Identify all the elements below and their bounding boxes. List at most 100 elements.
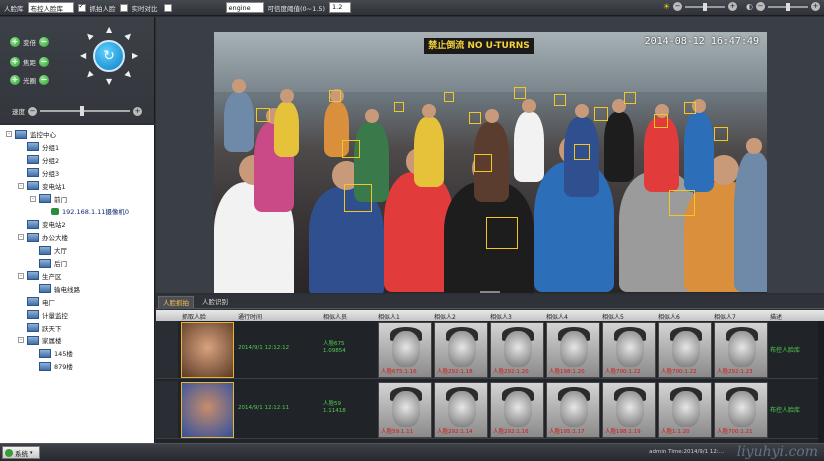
- tree-node[interactable]: - 监控中心: [6, 129, 56, 139]
- similar-face-thumbnail[interactable]: 人脸292:1.23: [714, 322, 768, 378]
- tree-toggle-icon[interactable]: -: [18, 182, 24, 189]
- similar-face-thumbnail[interactable]: 人脸675:1.16: [378, 322, 432, 378]
- column-header[interactable]: 相似人4: [546, 312, 568, 321]
- similar-face-thumbnail[interactable]: 人脸700:1.22: [658, 322, 712, 378]
- zoom-plus-button[interactable]: +: [10, 37, 20, 47]
- speed-plus-button[interactable]: +: [133, 106, 142, 116]
- column-header[interactable]: 相似人1: [378, 312, 400, 321]
- row-selector[interactable]: [156, 381, 178, 438]
- table-row[interactable]: 2014/9/1 12:12:11 人脸59 1.11418 人脸59:1.11 人脸2…: [156, 381, 824, 439]
- similar-face-thumbnail[interactable]: 人脸198:1.20: [546, 322, 600, 378]
- tree-node[interactable]: - 办公大楼: [18, 232, 68, 242]
- tree-node[interactable]: - 前门: [30, 194, 67, 204]
- realtime-checkbox[interactable]: [119, 3, 128, 12]
- tree-node[interactable]: 192.168.1.11摄像机0: [42, 206, 129, 216]
- contrast-slider-knob[interactable]: [786, 2, 790, 11]
- pan-up-icon[interactable]: ▲: [106, 25, 112, 34]
- speed-minus-button[interactable]: −: [28, 106, 37, 116]
- tree-toggle-icon[interactable]: -: [6, 131, 12, 137]
- matched-person-score: 1.11418: [323, 408, 346, 414]
- similar-face-thumbnail[interactable]: 人脸1:1.20: [658, 382, 712, 438]
- pan-right-icon[interactable]: ▶: [132, 51, 138, 60]
- tree-toggle-icon[interactable]: -: [18, 234, 24, 241]
- tree-node[interactable]: 变电站2: [18, 219, 66, 229]
- pan-down-right-icon[interactable]: ▲: [124, 70, 135, 81]
- column-header[interactable]: 相似人5: [602, 312, 624, 321]
- iris-plus-button[interactable]: +: [10, 75, 20, 85]
- similar-face-thumbnail[interactable]: 人脸700:1.21: [714, 382, 768, 438]
- similar-face-thumbnail[interactable]: 人脸292:1.14: [434, 382, 488, 438]
- similar-face-thumbnail[interactable]: 人脸292:1.16: [490, 382, 544, 438]
- tree-node[interactable]: 分组1: [18, 142, 59, 152]
- ptz-auto-button[interactable]: ↻: [93, 40, 125, 72]
- similar-face-thumbnail[interactable]: 人脸700:1.22: [602, 322, 656, 378]
- tab-face-recognition[interactable]: 人脸识别: [198, 296, 232, 308]
- contrast-slider[interactable]: [768, 2, 808, 11]
- speed-slider-knob[interactable]: [80, 106, 84, 116]
- similar-face-thumbnail[interactable]: 人脸292:1.20: [490, 322, 544, 378]
- brightness-slider[interactable]: [685, 2, 726, 11]
- similar-face-thumbnail[interactable]: 人脸198:1.19: [602, 382, 656, 438]
- tree-node[interactable]: 879楼: [30, 361, 73, 371]
- table-row[interactable]: 2014/9/1 12:12:12 人脸675 1.09854 人脸675:1.16 人…: [156, 321, 824, 379]
- tab-face-capture[interactable]: 人脸抓拍: [158, 296, 194, 308]
- pan-left-icon[interactable]: ◀: [80, 51, 86, 60]
- similar-face-thumbnail[interactable]: 人脸292:1.18: [434, 322, 488, 378]
- tree-toggle-icon[interactable]: -: [18, 272, 24, 279]
- brightness-plus-button[interactable]: +: [728, 2, 738, 11]
- face-detection-box: [554, 94, 566, 106]
- speed-slider[interactable]: [40, 106, 130, 116]
- captured-face-image[interactable]: [181, 322, 234, 378]
- pan-down-left-icon[interactable]: ▲: [84, 70, 95, 81]
- brightness-slider-knob[interactable]: [703, 2, 708, 11]
- brightness-minus-button[interactable]: −: [673, 2, 683, 11]
- column-header[interactable]: 相似人7: [714, 312, 736, 321]
- tree-node[interactable]: 分组3: [18, 168, 59, 178]
- live-video-feed[interactable]: 禁止倒流 NO U-TURNS 2014-08-12 16:47:49: [214, 32, 767, 293]
- contrast-plus-button[interactable]: +: [811, 2, 820, 11]
- tree-toggle-icon[interactable]: -: [30, 195, 36, 202]
- tree-toggle-icon[interactable]: -: [18, 337, 24, 344]
- tree-node[interactable]: 大厅: [30, 245, 67, 255]
- column-header[interactable]: 通行时间: [238, 312, 262, 321]
- column-header[interactable]: 相似人员: [323, 312, 347, 321]
- tree-node[interactable]: 电厂: [18, 297, 55, 307]
- tree-node-label: 家属楼: [42, 337, 62, 346]
- system-button[interactable]: 系统 ▾: [2, 446, 40, 459]
- tree-node[interactable]: - 家属楼: [18, 335, 62, 345]
- threshold-input[interactable]: 1.2: [329, 2, 351, 13]
- pan-up-right-icon[interactable]: ▲: [124, 30, 135, 41]
- tree-node[interactable]: - 生产区: [18, 271, 62, 281]
- pan-down-icon[interactable]: ▼: [106, 77, 112, 86]
- tree-node[interactable]: 输电线路: [30, 284, 80, 294]
- focus-minus-button[interactable]: −: [39, 57, 49, 67]
- column-header[interactable]: 相似人3: [490, 312, 512, 321]
- contrast-minus-button[interactable]: −: [756, 2, 765, 11]
- monitor-icon: [39, 361, 51, 371]
- tree-node[interactable]: 145楼: [30, 348, 73, 358]
- table-scrollbar[interactable]: [818, 321, 824, 443]
- tree-node[interactable]: 后门: [30, 258, 67, 268]
- column-header[interactable]: 相似人6: [658, 312, 680, 321]
- similar-face-thumbnail[interactable]: 人脸59:1.11: [378, 382, 432, 438]
- pan-up-left-icon[interactable]: ▲: [84, 30, 95, 41]
- engine-select[interactable]: engine: [225, 2, 264, 13]
- splitter-handle[interactable]: [480, 291, 500, 293]
- focus-plus-button[interactable]: +: [10, 57, 20, 67]
- tree-node[interactable]: - 变电站1: [18, 181, 66, 191]
- face-db-select[interactable]: 布控人脸库: [27, 2, 74, 13]
- column-header[interactable]: 描述: [770, 312, 782, 321]
- column-header[interactable]: 相似人2: [434, 312, 456, 321]
- face-shape: [728, 331, 756, 367]
- tree-node[interactable]: 分组2: [18, 155, 59, 165]
- column-header[interactable]: 抓取人脸: [182, 312, 206, 321]
- extra-checkbox[interactable]: [163, 3, 172, 12]
- capture-checkbox[interactable]: [77, 2, 86, 12]
- tree-node[interactable]: 计量监控: [18, 310, 68, 320]
- zoom-minus-button[interactable]: −: [39, 37, 49, 47]
- tree-node[interactable]: 跃天下: [18, 323, 62, 333]
- captured-face-image[interactable]: [181, 382, 234, 438]
- similar-face-thumbnail[interactable]: 人脸195:1.17: [546, 382, 600, 438]
- row-selector[interactable]: [156, 321, 178, 378]
- iris-minus-button[interactable]: −: [39, 75, 49, 85]
